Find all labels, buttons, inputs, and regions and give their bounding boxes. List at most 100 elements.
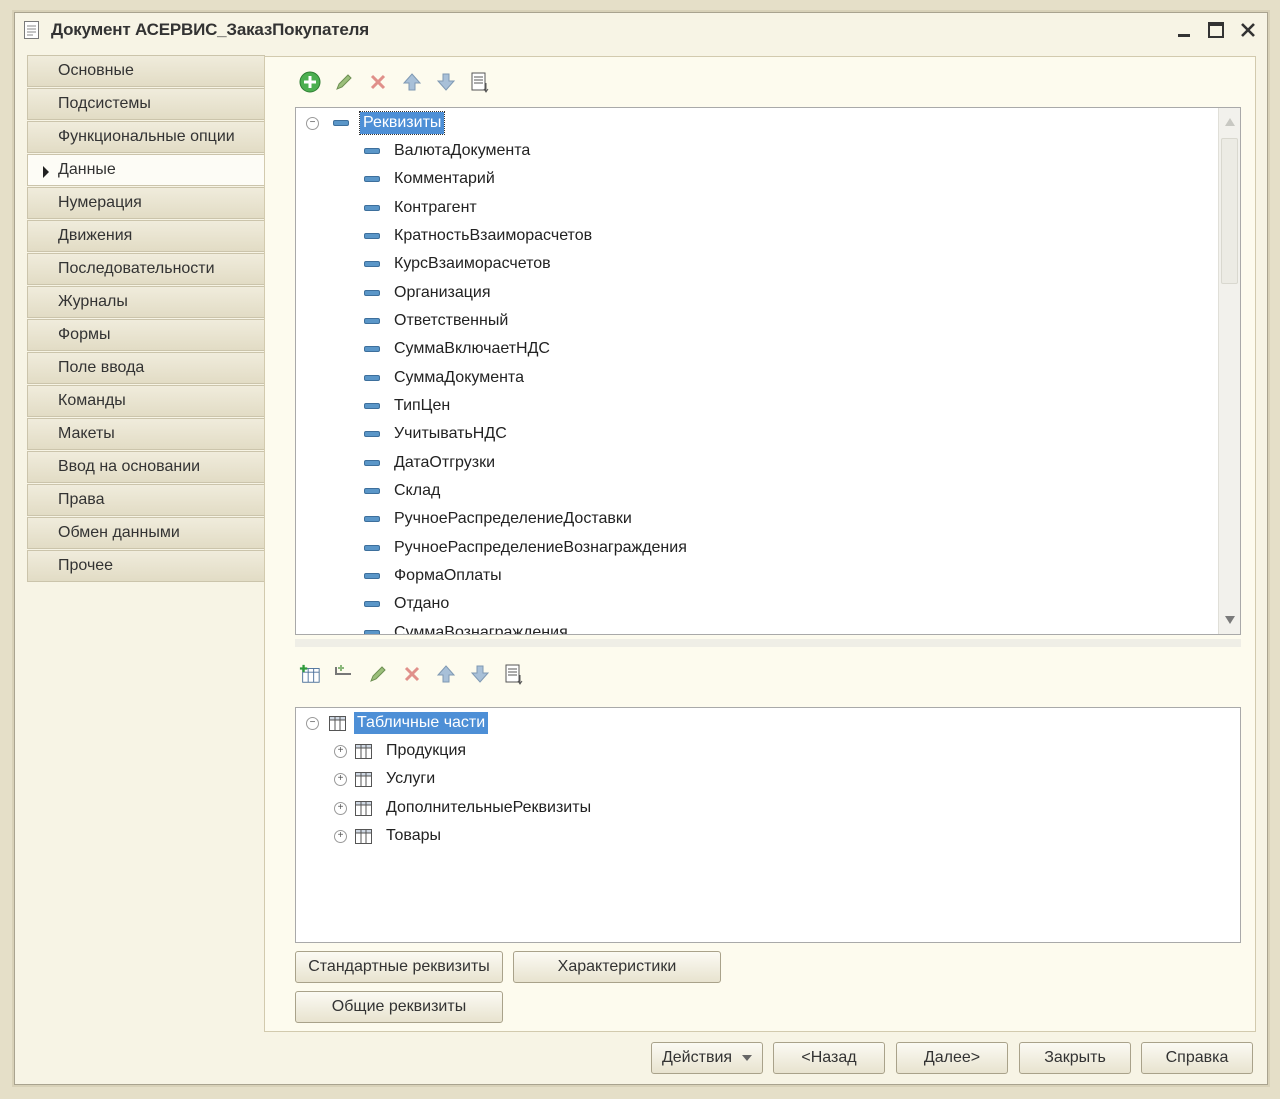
- tree-node-attribute[interactable]: СуммаВключаетНДС: [364, 337, 553, 361]
- scroll-up-icon[interactable]: [1219, 110, 1240, 134]
- close-window-button[interactable]: [1235, 19, 1261, 41]
- tab-input-field[interactable]: Поле ввода: [27, 352, 265, 384]
- maximize-button[interactable]: [1203, 19, 1229, 41]
- tab-label: Формы: [58, 326, 111, 343]
- tab-label: Последовательности: [58, 260, 215, 277]
- expand-icon[interactable]: +: [334, 772, 347, 786]
- next-button[interactable]: Далее>: [896, 1042, 1008, 1074]
- tree-node-attributes-root[interactable]: − Реквизиты: [306, 111, 446, 135]
- tab-movements[interactable]: Движения: [27, 220, 265, 252]
- tree-node-attribute[interactable]: Склад: [364, 479, 443, 503]
- tree-node-attribute[interactable]: Ответственный: [364, 309, 511, 333]
- tab-label: Прочее: [58, 557, 114, 574]
- attribute-icon: [364, 148, 380, 154]
- expand-icon[interactable]: +: [334, 801, 347, 815]
- scroll-thumb[interactable]: [1221, 138, 1238, 284]
- tree-node-label: ДатаОтгрузки: [394, 454, 496, 471]
- tab-data[interactable]: Данные: [27, 154, 277, 186]
- minimize-button[interactable]: [1171, 19, 1197, 41]
- tree-node-attribute[interactable]: Комментарий: [364, 167, 498, 191]
- tree-node-label: Комментарий: [394, 170, 495, 187]
- tree-node-attribute[interactable]: СуммаДокумента: [364, 366, 527, 390]
- tree-node-attribute[interactable]: ДатаОтгрузки: [364, 451, 498, 475]
- table-icon: [355, 743, 372, 759]
- tree-node-label: Табличные части: [354, 712, 489, 734]
- tree-node-attribute[interactable]: УчитыватьНДС: [364, 422, 510, 446]
- sort-list-icon[interactable]: [503, 663, 525, 685]
- actions-dropdown-button[interactable]: Действия: [651, 1042, 763, 1074]
- tree-node-attribute[interactable]: ФормаОплаты: [364, 564, 505, 588]
- tab-functional-options[interactable]: Функциональные опции: [27, 121, 265, 153]
- tree-node-attribute[interactable]: СуммаВознаграждения: [364, 621, 571, 635]
- collapse-icon[interactable]: −: [306, 116, 319, 130]
- move-down-icon[interactable]: [435, 71, 457, 93]
- table-icon: [355, 800, 372, 816]
- tree-node-label: Реквизиты: [358, 111, 446, 135]
- scroll-down-icon[interactable]: [1219, 608, 1240, 632]
- tab-label: Функциональные опции: [58, 128, 235, 145]
- close-button[interactable]: Закрыть: [1019, 1042, 1131, 1074]
- attribute-icon: [364, 233, 380, 239]
- tab-templates[interactable]: Макеты: [27, 418, 265, 450]
- section-tabs: Основные Подсистемы Функциональные опции…: [27, 55, 277, 583]
- standard-attributes-button[interactable]: Стандартные реквизиты: [295, 951, 503, 983]
- tab-subsystems[interactable]: Подсистемы: [27, 88, 265, 120]
- attribute-icon: [364, 516, 380, 522]
- tree-node-label: Организация: [394, 284, 491, 301]
- edit-pencil-icon[interactable]: [333, 71, 355, 93]
- move-down-icon[interactable]: [469, 663, 491, 685]
- tree-node-tabular-section[interactable]: + Услуги: [334, 767, 438, 791]
- tab-label: Ввод на основании: [58, 458, 201, 475]
- attribute-icon: [364, 205, 380, 211]
- sort-list-icon[interactable]: [469, 71, 491, 93]
- tree-node-attribute[interactable]: ВалютаДокумента: [364, 139, 533, 163]
- expand-icon[interactable]: +: [334, 829, 347, 843]
- tree-node-attribute[interactable]: Организация: [364, 281, 494, 305]
- characteristics-button[interactable]: Характеристики: [513, 951, 721, 983]
- tree-node-attribute[interactable]: РучноеРаспределениеВознаграждения: [364, 536, 690, 560]
- tab-main[interactable]: Основные: [27, 55, 265, 87]
- attributes-scrollbar[interactable]: [1218, 108, 1240, 634]
- tree-node-attribute[interactable]: Отдано: [364, 592, 452, 616]
- tree-node-attribute[interactable]: КурсВзаиморасчетов: [364, 252, 554, 276]
- tab-commands[interactable]: Команды: [27, 385, 265, 417]
- tree-node-label: ТипЦен: [394, 397, 451, 414]
- tree-node-tabular-section[interactable]: + Товары: [334, 824, 444, 848]
- tab-sequences[interactable]: Последовательности: [27, 253, 265, 285]
- delete-icon[interactable]: [367, 71, 389, 93]
- common-attributes-button[interactable]: Общие реквизиты: [295, 991, 503, 1023]
- expand-icon[interactable]: +: [334, 744, 347, 758]
- tab-numbering[interactable]: Нумерация: [27, 187, 265, 219]
- back-button[interactable]: <Назад: [773, 1042, 885, 1074]
- tab-forms[interactable]: Формы: [27, 319, 265, 351]
- table-icon: [329, 715, 346, 731]
- tab-journals[interactable]: Журналы: [27, 286, 265, 318]
- add-table-icon[interactable]: [299, 663, 321, 685]
- edit-pencil-icon[interactable]: [367, 663, 389, 685]
- tree-node-attribute[interactable]: КратностьВзаиморасчетов: [364, 224, 595, 248]
- panel-splitter[interactable]: [295, 639, 1241, 647]
- tree-node-tabular-section[interactable]: + ДополнительныеРеквизиты: [334, 796, 594, 820]
- attributes-tree[interactable]: − Реквизиты ВалютаДокумента Комментарий …: [295, 107, 1241, 635]
- tree-node-attribute[interactable]: Контрагент: [364, 196, 480, 220]
- move-up-icon[interactable]: [401, 71, 423, 93]
- attribute-icon: [364, 176, 380, 182]
- move-up-icon[interactable]: [435, 663, 457, 685]
- tree-node-attribute[interactable]: РучноеРаспределениеДоставки: [364, 507, 635, 531]
- tree-node-tabular-section[interactable]: + Продукция: [334, 739, 469, 763]
- tree-node-attribute[interactable]: ТипЦен: [364, 394, 453, 418]
- add-subitem-icon[interactable]: [333, 663, 355, 685]
- tab-rights[interactable]: Права: [27, 484, 265, 516]
- delete-icon[interactable]: [401, 663, 423, 685]
- tab-data-exchange[interactable]: Обмен данными: [27, 517, 265, 549]
- tab-input-by-basis[interactable]: Ввод на основании: [27, 451, 265, 483]
- tree-node-label: СуммаВознаграждения: [394, 624, 568, 635]
- tab-other[interactable]: Прочее: [27, 550, 265, 582]
- tree-node-tabular-root[interactable]: − Табличные части: [306, 711, 489, 735]
- collapse-icon[interactable]: −: [306, 716, 319, 730]
- add-icon[interactable]: [299, 71, 321, 93]
- attribute-icon: [364, 630, 380, 634]
- document-icon: [23, 20, 41, 40]
- tabular-sections-tree[interactable]: − Табличные части + Продукция + Услуги +…: [295, 707, 1241, 943]
- help-button[interactable]: Справка: [1141, 1042, 1253, 1074]
